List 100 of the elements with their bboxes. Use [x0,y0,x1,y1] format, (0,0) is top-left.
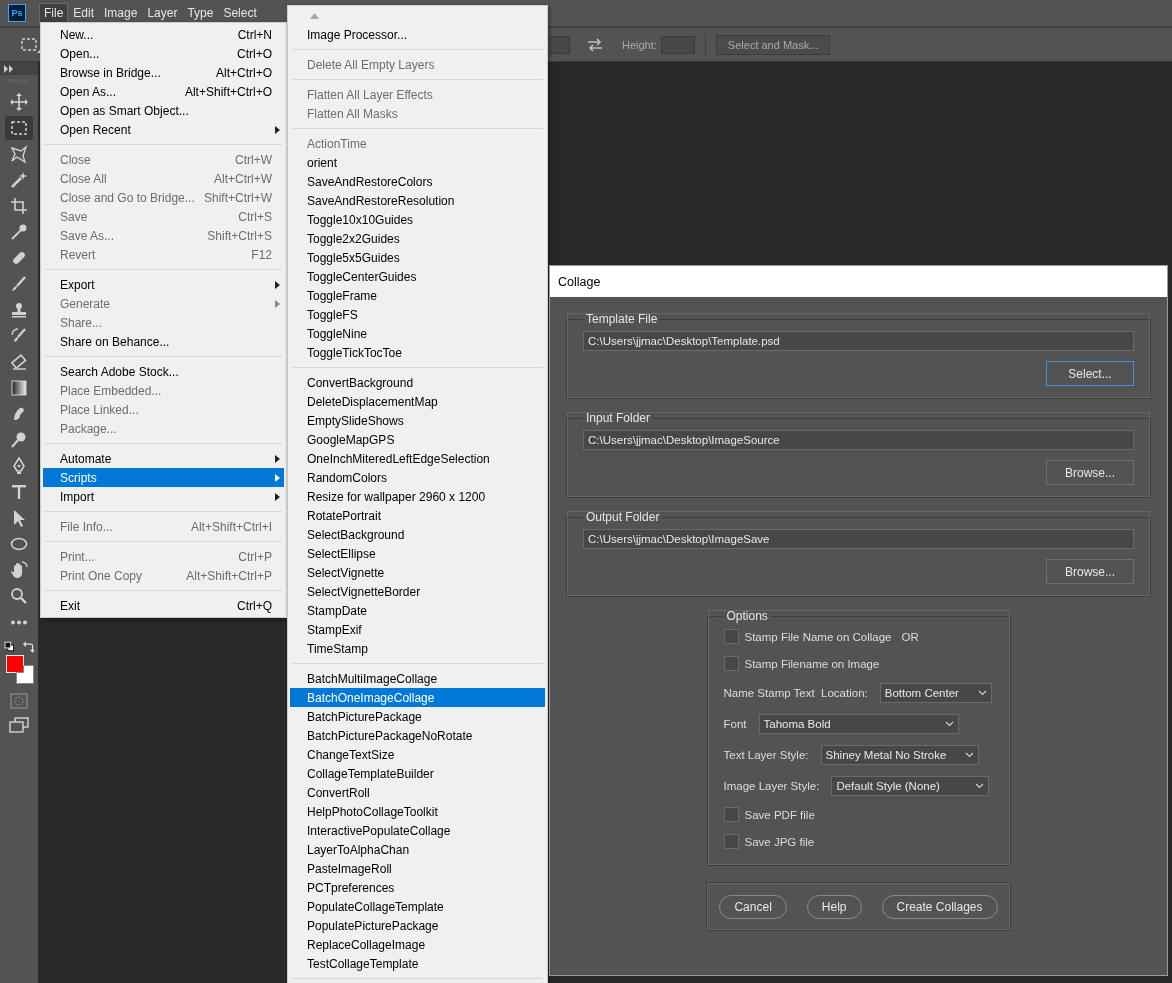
menu-item[interactable]: ToggleFrame [290,286,545,305]
menu-item[interactable]: SaveAndRestoreResolution [290,191,545,210]
path-field[interactable]: C:\Users\jjmac\Desktop\ImageSource [583,430,1134,450]
menu-item[interactable]: PopulatePicturePackage [290,916,545,935]
tool-button[interactable] [5,116,33,140]
menu-item[interactable]: Image Processor... [290,25,545,44]
menu-item[interactable]: Scripts [43,468,284,487]
marquee-icon[interactable] [20,35,42,54]
path-field[interactable]: C:\Users\jjmac\Desktop\Template.psd [583,331,1134,351]
menu-item[interactable]: BatchPicturePackageNoRotate [290,726,545,745]
dialog-button[interactable]: Create Collages [881,894,998,919]
menu-item[interactable]: GoogleMapGPS [290,430,545,449]
path-field[interactable]: C:\Users\jjmac\Desktop\ImageSave [583,529,1134,549]
menu-item[interactable]: TestCollageTemplate [290,954,545,973]
menu-item[interactable]: SelectEllipse [290,544,545,563]
swap-arrows-icon[interactable] [586,37,604,52]
menu-item[interactable]: Exit Ctrl+Q [43,596,284,615]
shortcut-text: Ctrl+O [237,46,272,61]
checkbox[interactable] [723,656,739,671]
menu-item[interactable]: Open As... Alt+Shift+Ctrl+O [43,82,284,101]
crop-icon [9,196,29,216]
shortcut-text: Ctrl+P [238,549,272,564]
menu-bar-item[interactable]: Select [218,3,262,23]
menu-item[interactable]: Import [43,487,284,506]
menu-item[interactable]: Open as Smart Object... [43,101,284,120]
menu-item[interactable]: Share on Behance... [43,332,284,351]
menu-item[interactable]: ReplaceCollageImage [290,935,545,954]
menu-item[interactable]: HelpPhotoCollageToolkit [290,802,545,821]
menu-item[interactable]: BatchPicturePackage [290,707,545,726]
menu-item[interactable]: SelectBackground [290,525,545,544]
width-field[interactable] [549,35,570,54]
field-label: Name Stamp Text Location: [723,686,868,699]
menu-item[interactable]: Automate [43,449,284,468]
panel-title: Input Folder [585,411,652,425]
menu-item[interactable]: RandomColors [290,468,545,487]
dropdown[interactable]: Tahoma Bold [758,713,959,734]
menu-item[interactable]: RotatePortrait [290,506,545,525]
dropdown[interactable]: Default Style (None) [831,775,990,796]
browse-button[interactable]: Browse... [1046,559,1134,584]
menu-item[interactable]: SelectVignette [290,563,545,582]
menu-item[interactable]: PCTpreferences [290,878,545,897]
menu-item[interactable]: StampExif [290,620,545,639]
menu-item[interactable]: LayerToAlphaChan [290,840,545,859]
menu-item[interactable]: EmptySlideShows [290,411,545,430]
dropdown[interactable]: Shiney Metal No Stroke [820,744,979,765]
menu-item[interactable]: orient [290,153,545,172]
menu-item[interactable]: ConvertBackground [290,373,545,392]
browse-button[interactable]: Select... [1046,361,1134,386]
shortcut-text: F12 [251,247,272,262]
screen-mode-icon[interactable] [9,717,29,733]
menu-item[interactable]: Toggle5x5Guides [290,248,545,267]
menu-item[interactable]: PasteImageRoll [290,859,545,878]
menu-item[interactable]: SelectVignetteBorder [290,582,545,601]
menu-item[interactable]: New... Ctrl+N [43,25,284,44]
menu-item[interactable]: Toggle2x2Guides [290,229,545,248]
menu-bar-item[interactable]: Type [182,3,219,23]
browse-button[interactable]: Browse... [1046,460,1134,485]
menu-item[interactable]: OneInchMiteredLeftEdgeSelection [290,449,545,468]
menu-item[interactable]: ToggleCenterGuides [290,267,545,286]
menu-item[interactable]: Open... Ctrl+O [43,44,284,63]
expand-icon[interactable] [4,64,14,73]
menu-item[interactable]: BatchMultiImageCollage [290,669,545,688]
dialog-button[interactable]: Help [806,894,862,919]
app-logo: Ps [8,4,26,22]
checkbox[interactable] [723,807,739,822]
menu-bar-item[interactable]: Edit [68,3,100,23]
menu-item[interactable]: SaveAndRestoreColors [290,172,545,191]
menu-item[interactable]: Resize for wallpaper 2960 x 1200 [290,487,545,506]
menu-item[interactable]: Export [43,275,284,294]
menu-item[interactable]: TimeStamp [290,639,545,658]
height-field[interactable] [660,35,695,54]
menu-bar-item[interactable]: Image [99,3,143,23]
menu-item[interactable]: ToggleTickTocToe [290,343,545,362]
menu-item[interactable]: Toggle10x10Guides [290,210,545,229]
menu-item[interactable]: ToggleNine [290,324,545,343]
dialog-button[interactable]: Cancel [719,894,787,919]
menu-item[interactable]: ToggleFS [290,305,545,324]
menu-item[interactable]: StampDate [290,601,545,620]
select-and-mask-button[interactable]: Select and Mask... [715,34,831,55]
menu-item[interactable]: BatchOneImageCollage [290,688,545,707]
menu-item[interactable]: ChangeTextSize [290,745,545,764]
dropdown[interactable]: Bottom Center [879,682,992,703]
menu-item[interactable]: Search Adobe Stock... [43,362,284,381]
menu-item[interactable]: InteractivePopulateCollage [290,821,545,840]
checkbox[interactable] [723,629,739,644]
foreground-color-swatch[interactable] [6,655,24,673]
checkbox[interactable] [723,834,739,849]
default-colors-icon[interactable] [4,641,15,652]
shortcut-text: Ctrl+S [238,209,272,224]
shortcut-text: Shift+Ctrl+S [207,228,272,243]
menu-item[interactable]: PopulateCollageTemplate [290,897,545,916]
menu-item[interactable]: Browse in Bridge... Alt+Ctrl+O [43,63,284,82]
menu-item[interactable]: ConvertRoll [290,783,545,802]
menu-bar-item[interactable]: Layer [142,3,183,23]
menu-bar-item[interactable]: File [39,3,69,23]
menu-item[interactable]: Open Recent [43,120,284,139]
submenu-arrow-icon [275,473,280,482]
swap-colors-icon[interactable] [22,641,34,653]
menu-item[interactable]: CollageTemplateBuilder [290,764,545,783]
menu-item[interactable]: DeleteDisplacementMap [290,392,545,411]
